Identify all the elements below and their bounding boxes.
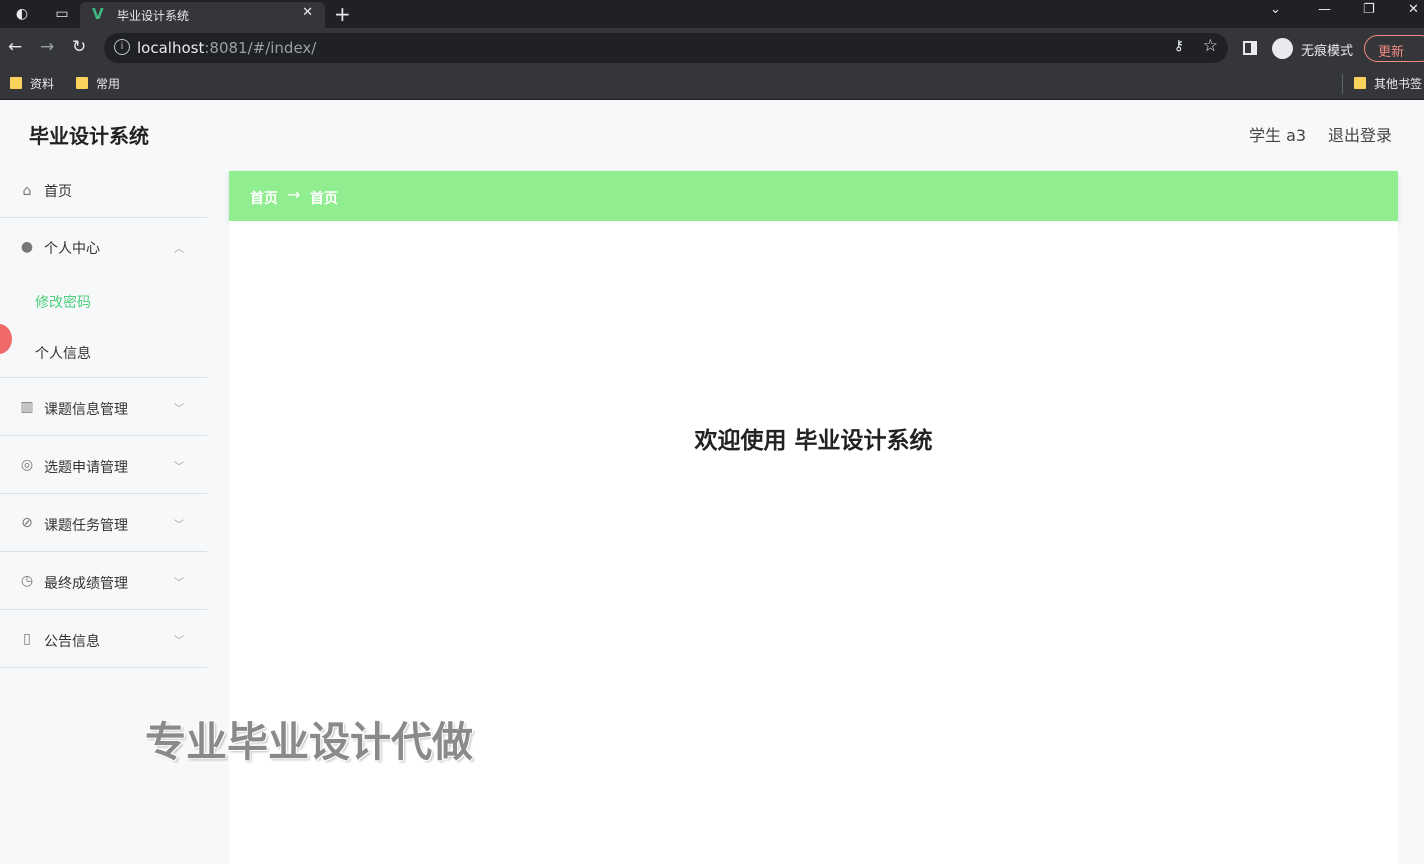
sidebar-item-personal-center: ● 个人中心 ︿ 修改密码 个人信息 [0, 218, 207, 378]
browser-toolbar: ← → ↻ i localhost:8081/#/index/ ⚷ ☆ [0, 28, 1424, 68]
sidebar-item-label: 最终成绩管理 [44, 576, 128, 592]
restore-icon[interactable]: ❐ [1363, 2, 1375, 17]
bookmark-folder-ziliao[interactable]: 资料 [10, 75, 54, 92]
sidebar-item-label: 课题任务管理 [44, 518, 128, 534]
logout-link[interactable]: 退出登录 [1328, 122, 1392, 146]
bookmark-folder-changyong[interactable]: 常用 [76, 75, 120, 92]
folder-icon [76, 77, 88, 89]
microphone-icon: ▯ [23, 631, 31, 647]
reload-icon[interactable]: ↻ [72, 37, 86, 57]
chevron-down-icon: ﹀ [174, 636, 184, 647]
info-icon[interactable]: i [114, 39, 130, 55]
lifebuoy-icon: ◎ [20, 457, 34, 473]
globe-icon[interactable]: ◐ [12, 4, 32, 24]
tab-close-icon[interactable]: ✕ [302, 5, 313, 20]
home-icon: ⌂ [22, 183, 32, 199]
user-icon: ● [20, 239, 34, 255]
chevron-up-icon[interactable]: ︿ [174, 240, 184, 255]
sidebar-item-topic-application[interactable]: ◎ 选题申请管理 ﹀ [0, 436, 207, 494]
tab-title: 毕业设计系统 [117, 9, 190, 23]
chevron-down-icon: ﹀ [174, 578, 184, 589]
side-panel-icon[interactable] [1243, 41, 1257, 55]
bookmark-star-icon[interactable]: ☆ [1203, 36, 1218, 56]
app-title: 毕业设计系统 [29, 124, 149, 148]
compass-icon: ⊘ [21, 515, 33, 531]
sidebar-item-label: 课题信息管理 [44, 402, 128, 418]
tab-list-icon[interactable]: ⌄ [1270, 2, 1281, 17]
key-icon[interactable]: ⚷ [1174, 38, 1184, 54]
app-header: 毕业设计系统 学生 a3 退出登录 [0, 100, 1424, 162]
bookmark-divider [1342, 74, 1343, 94]
books-icon: ▥ [20, 399, 34, 415]
chevron-down-icon: ﹀ [174, 520, 184, 531]
clock-icon: ◷ [20, 573, 34, 589]
forward-icon[interactable]: → [40, 37, 54, 57]
sidebar-item-announcements[interactable]: ▯ 公告信息 ﹀ [0, 610, 207, 668]
incognito-icon [1272, 38, 1293, 59]
back-icon[interactable]: ← [8, 37, 22, 57]
current-user: 学生 a3 [1249, 126, 1307, 145]
browser-tab[interactable]: V 毕业设计系统 ✕ [80, 2, 325, 28]
sidebar-item-home[interactable]: ⌂ 首页 [0, 162, 207, 218]
incognito-label[interactable]: 无痕模式 [1301, 40, 1353, 59]
bookmarks-bar: 资料 常用 其他书签 [0, 68, 1424, 100]
sidebar-item-label: 首页 [44, 184, 72, 200]
other-bookmarks[interactable]: 其他书签 [1354, 75, 1422, 92]
browser-tab-bar: ◐ ▭ V 毕业设计系统 ✕ + ⌄ — ❐ ✕ [0, 0, 1424, 28]
sidebar-item-label: 选题申请管理 [44, 460, 128, 476]
vue-logo-icon: V [92, 5, 104, 23]
minimize-icon[interactable]: — [1318, 2, 1331, 17]
sidebar-item-topic-task[interactable]: ⊘ 课题任务管理 ﹀ [0, 494, 207, 552]
sidebar-item-label[interactable]: 个人中心 [44, 238, 100, 258]
tab-search-icon[interactable]: ▭ [52, 4, 72, 24]
chevron-down-icon: ﹀ [174, 404, 184, 415]
folder-icon [10, 77, 22, 89]
url-text[interactable]: localhost:8081/#/index/ [137, 39, 316, 57]
breadcrumb: 首页 → 首页 [229, 171, 1398, 221]
breadcrumb-item-current: 首页 [310, 191, 338, 207]
sidebar-item-topic-info[interactable]: ▥ 课题信息管理 ﹀ [0, 378, 207, 436]
sidebar-item-final-grade[interactable]: ◷ 最终成绩管理 ﹀ [0, 552, 207, 610]
video-watermark: 专业毕业设计代做 [145, 718, 473, 766]
address-bar[interactable]: i localhost:8081/#/index/ ⚷ ☆ [104, 33, 1228, 63]
folder-icon [1354, 77, 1366, 89]
close-window-icon[interactable]: ✕ [1408, 2, 1419, 17]
new-tab-button[interactable]: + [334, 2, 351, 26]
breadcrumb-separator-icon: → [287, 185, 301, 204]
sidebar-item-label: 公告信息 [44, 634, 100, 650]
sidebar-subitem-personal-info[interactable]: 个人信息 [35, 343, 91, 363]
update-button[interactable]: 更新 [1364, 35, 1424, 62]
breadcrumb-item-home[interactable]: 首页 [250, 188, 278, 208]
welcome-message: 欢迎使用 毕业设计系统 [694, 428, 933, 454]
chevron-down-icon: ﹀ [174, 462, 184, 473]
sidebar-subitem-change-password[interactable]: 修改密码 [35, 292, 91, 312]
